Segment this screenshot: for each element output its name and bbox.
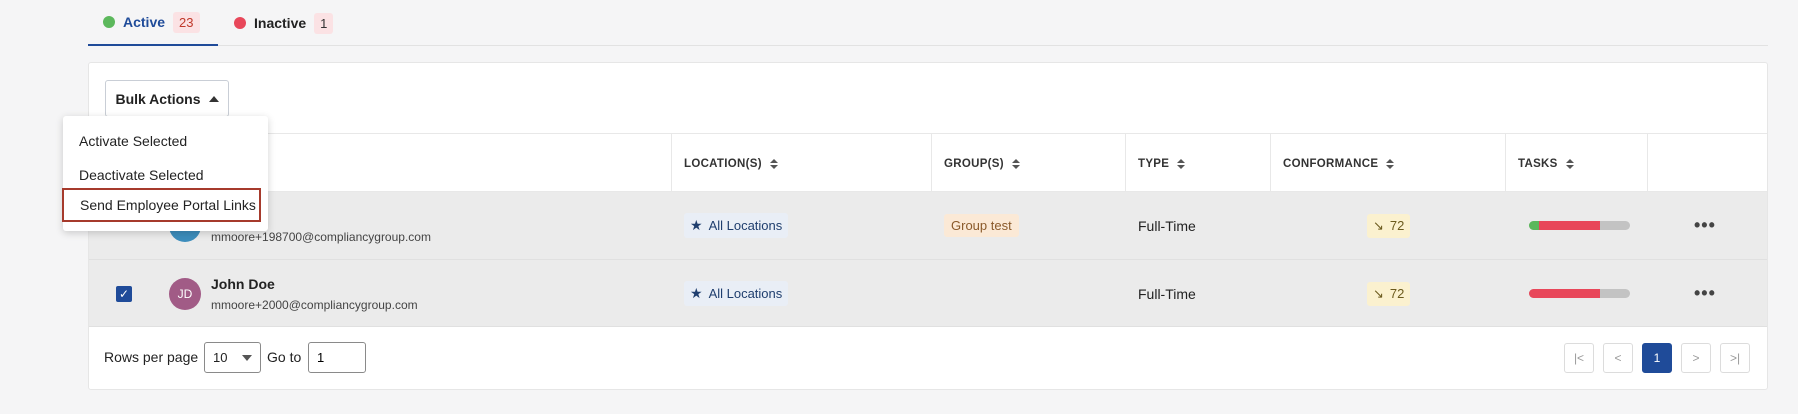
tab-inactive-count: 1 <box>314 12 334 34</box>
tab-active-label: Active <box>123 14 166 30</box>
row-checkbox[interactable]: ✓ <box>116 285 132 302</box>
tasks-cell <box>1529 192 1630 259</box>
employee-cell: JD John Doe mmoore+2000@compliancygroup.… <box>169 260 418 327</box>
rows-per-page-label: Rows per page <box>104 349 199 365</box>
menu-item-activate-selected[interactable]: Activate Selected <box>63 124 268 158</box>
sort-icon <box>769 158 778 169</box>
tasks-overdue-segment <box>1539 221 1600 230</box>
chevron-right-icon: > <box>1692 351 1700 365</box>
column-header-tasks[interactable]: TASKS <box>1505 134 1647 193</box>
table-row[interactable]: ✓ JD John Doe mmoore+2000@compliancygrou… <box>89 259 1767 326</box>
conformance-badge: ↘ 72 <box>1367 213 1411 238</box>
goto-label: Go to <box>267 349 302 365</box>
table-header: LOCATION(S) GROUP(S) TYPE CONFORMANCE TA… <box>89 133 1767 193</box>
type-cell: Full-Time <box>1138 285 1196 302</box>
star-icon: ★ <box>690 217 703 233</box>
column-header-conformance[interactable]: CONFORMANCE <box>1270 134 1505 193</box>
last-page-button[interactable]: >| <box>1720 343 1750 373</box>
sort-icon <box>1177 158 1186 169</box>
location-badge: ★ All Locations <box>684 213 789 238</box>
employee-table-card: Bulk Actions LOCATION(S) GROUP(S) TYPE C… <box>88 62 1768 390</box>
rows-per-page-select[interactable]: 10 <box>204 342 261 373</box>
bulk-actions-button[interactable]: Bulk Actions <box>105 80 229 117</box>
column-header-label: TASKS <box>1518 157 1558 170</box>
first-page-icon: |< <box>1573 351 1585 365</box>
tasks-cell <box>1529 260 1630 327</box>
location-badge: ★ All Locations <box>684 281 789 306</box>
table-row[interactable]: astle mmoore+198700@compliancygroup.com … <box>89 192 1767 259</box>
more-horizontal-icon[interactable]: ••• <box>1694 260 1716 327</box>
goto-page-input[interactable] <box>308 342 366 373</box>
last-page-icon: >| <box>1729 351 1741 365</box>
tab-active-count: 23 <box>173 11 200 33</box>
group-badge: Group test <box>944 214 1019 237</box>
conformance-badge: ↘ 72 <box>1367 281 1411 306</box>
sort-icon <box>1565 158 1574 169</box>
avatar: JD <box>169 277 201 310</box>
inactive-status-dot <box>234 17 246 29</box>
column-header-type[interactable]: TYPE <box>1125 134 1270 193</box>
trend-down-icon: ↘ <box>1373 217 1384 233</box>
tasks-overdue-segment <box>1529 289 1600 298</box>
tab-active[interactable]: Active 23 <box>88 0 218 46</box>
next-page-button[interactable]: > <box>1681 343 1711 373</box>
tasks-progress-bar <box>1529 221 1630 230</box>
column-header-locations[interactable]: LOCATION(S) <box>671 134 899 193</box>
tab-inactive[interactable]: Inactive 1 <box>234 0 334 46</box>
column-header-label: GROUP(S) <box>944 157 1004 170</box>
location-label: All Locations <box>708 286 783 301</box>
tasks-progress-bar <box>1529 289 1630 298</box>
rows-per-page-value: 10 <box>213 350 228 365</box>
location-label: All Locations <box>708 218 783 233</box>
sort-icon <box>1011 158 1020 169</box>
star-icon: ★ <box>690 285 703 301</box>
page-button-current[interactable]: 1 <box>1642 343 1672 373</box>
column-header-actions <box>1647 134 1767 193</box>
chevron-left-icon: < <box>1614 351 1622 365</box>
trend-down-icon: ↘ <box>1373 285 1384 301</box>
more-horizontal-icon[interactable]: ••• <box>1694 192 1716 259</box>
menu-item-send-portal-links[interactable]: Send Employee Portal Links <box>62 188 261 222</box>
menu-item-deactivate-selected[interactable]: Deactivate Selected <box>63 158 268 192</box>
bulk-actions-menu: Activate Selected Deactivate Selected Se… <box>62 116 268 231</box>
column-header-groups[interactable]: GROUP(S) <box>931 134 1125 193</box>
column-header-label: LOCATION(S) <box>684 157 762 170</box>
conformance-score: 72 <box>1389 286 1405 301</box>
conformance-cell: ↘ 72 <box>1367 260 1411 327</box>
conformance-cell: ↘ 72 <box>1367 192 1411 259</box>
table-footer: Rows per page 10 Go to |< < 1 > >| <box>89 326 1767 390</box>
chevron-down-icon <box>242 354 252 361</box>
conformance-score: 72 <box>1389 218 1405 233</box>
caret-up-icon <box>208 95 219 102</box>
employee-name[interactable]: John Doe <box>211 276 418 292</box>
tab-inactive-label: Inactive <box>254 15 307 31</box>
column-header-label: TYPE <box>1138 157 1170 170</box>
previous-page-button[interactable]: < <box>1603 343 1633 373</box>
employee-email: mmoore+2000@compliancygroup.com <box>211 297 418 312</box>
column-header-label: CONFORMANCE <box>1283 157 1379 170</box>
group-cell: Group test <box>944 192 1019 259</box>
select-cell: ✓ <box>116 260 132 327</box>
active-status-dot <box>103 16 115 28</box>
location-cell: ★ All Locations <box>684 192 789 259</box>
type-cell: Full-Time <box>1138 217 1196 234</box>
status-tabs: Active 23 Inactive 1 <box>88 0 1768 46</box>
first-page-button[interactable]: |< <box>1564 343 1594 373</box>
bulk-actions-label: Bulk Actions <box>115 90 201 107</box>
employee-email: mmoore+198700@compliancygroup.com <box>211 229 431 244</box>
sort-icon <box>1386 158 1395 169</box>
location-cell: ★ All Locations <box>684 260 789 327</box>
tasks-complete-segment <box>1529 221 1540 230</box>
